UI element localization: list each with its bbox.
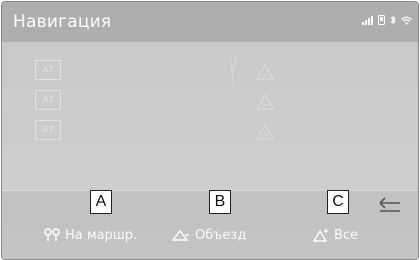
callout-a: A bbox=[90, 190, 112, 214]
lane-label-2: A7 bbox=[35, 90, 61, 110]
all-button[interactable]: Все bbox=[313, 220, 358, 250]
navigation-screen: Навигация A7 A7 A7 На маршр. Объезд Все bbox=[1, 1, 419, 260]
phone-icon bbox=[378, 15, 385, 25]
status-icons bbox=[362, 15, 412, 25]
page-title: Навигация bbox=[13, 12, 112, 32]
detour-icon bbox=[255, 123, 275, 140]
on-route-label: На маршр. bbox=[65, 227, 138, 243]
all-label: Все bbox=[334, 227, 359, 243]
title-bar: Навигация bbox=[2, 2, 418, 42]
wifi-icon bbox=[401, 16, 412, 25]
callout-c: C bbox=[327, 190, 349, 214]
on-route-button[interactable]: На маршр. bbox=[44, 220, 137, 250]
detour-button[interactable]: Объезд bbox=[172, 220, 246, 250]
detour-icon bbox=[255, 63, 275, 80]
back-icon[interactable] bbox=[372, 194, 406, 218]
detour-icon bbox=[172, 229, 189, 241]
callout-b: B bbox=[209, 190, 231, 214]
bluetooth-icon bbox=[390, 15, 396, 25]
detour-icon bbox=[255, 93, 275, 110]
all-detours-icon bbox=[313, 228, 328, 242]
route-pins-icon bbox=[44, 228, 60, 241]
road-line-icon bbox=[229, 53, 237, 89]
lane-label-3: A7 bbox=[35, 120, 61, 140]
lane-label-1: A7 bbox=[35, 60, 61, 80]
signal-bars-icon bbox=[362, 15, 373, 25]
detour-label: Объезд bbox=[195, 227, 247, 243]
